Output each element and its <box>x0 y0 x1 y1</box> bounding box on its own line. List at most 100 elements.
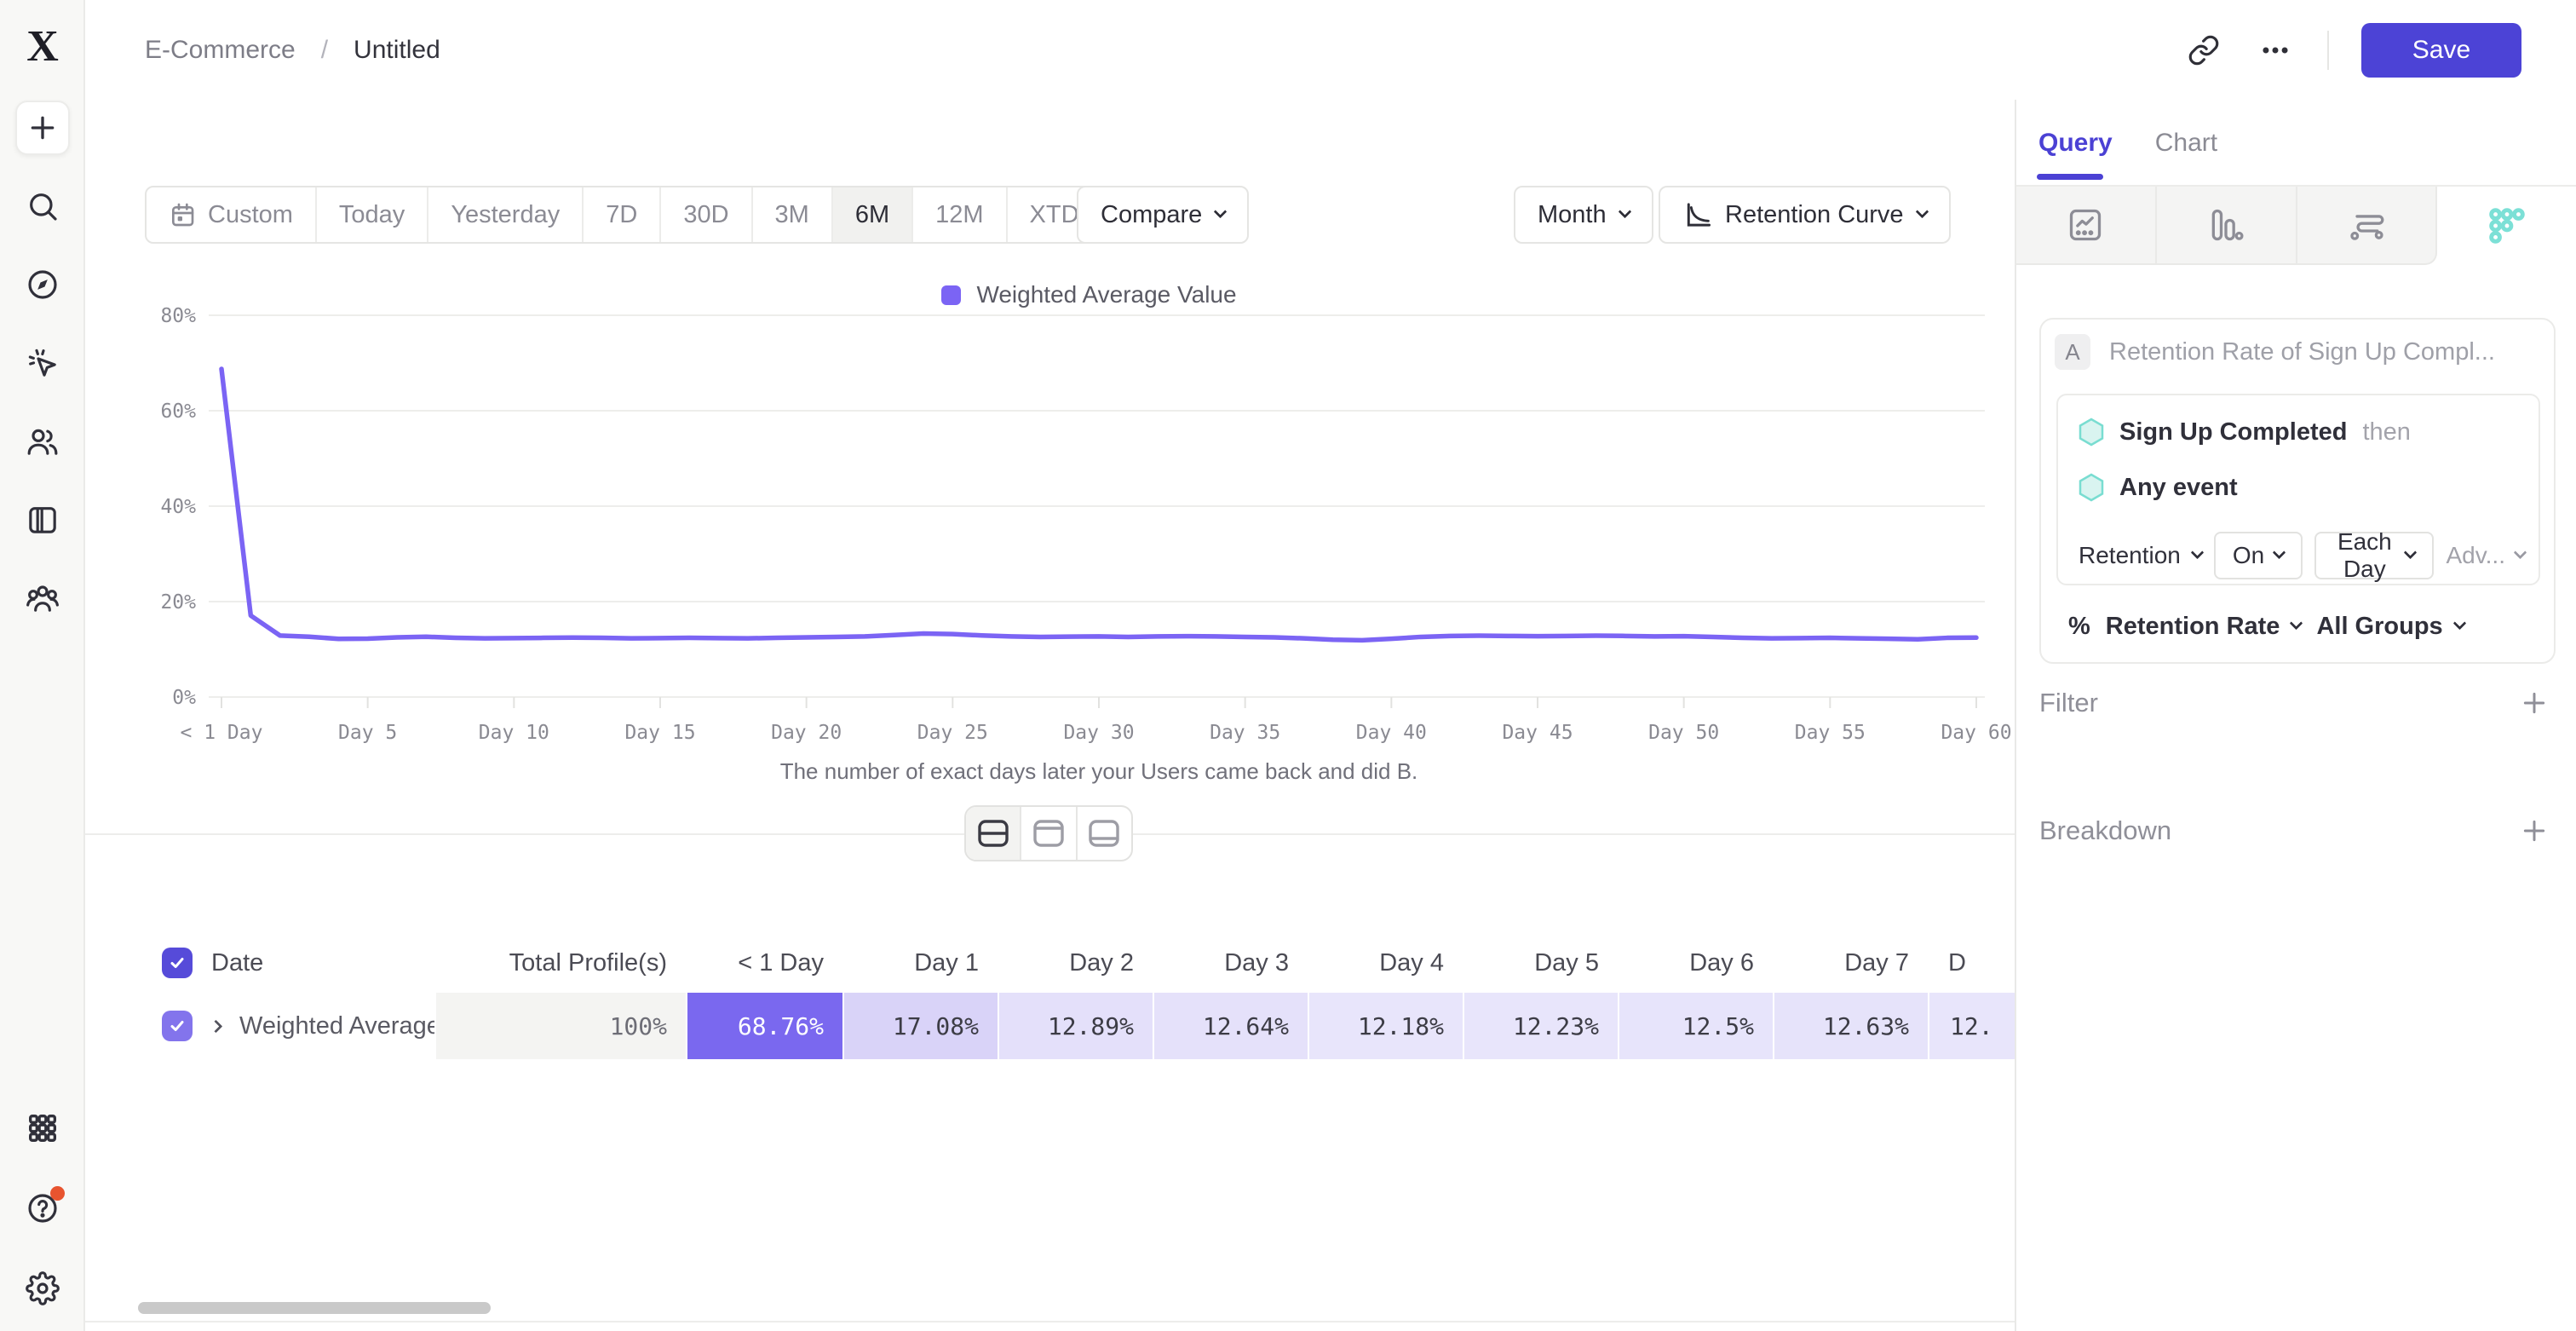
view-toggle-split-view[interactable] <box>966 807 1020 860</box>
tab-query[interactable]: Query <box>2038 129 2113 158</box>
boards-button[interactable] <box>15 493 70 547</box>
row-checkbox[interactable] <box>162 1011 193 1041</box>
copy-link-button[interactable] <box>2184 31 2223 70</box>
events-button[interactable] <box>15 336 70 390</box>
percent-sign: % <box>2068 613 2090 641</box>
insights-icon <box>2067 206 2104 244</box>
event-hexagon-icon <box>2079 418 2104 447</box>
second-event-name[interactable]: Any event <box>2119 474 2238 502</box>
date-range-label: 7D <box>606 201 637 229</box>
report-tab-flows[interactable] <box>2297 187 2438 265</box>
retention-value-cell[interactable]: 12.18% <box>1308 993 1463 1059</box>
breadcrumb-separator: / <box>321 36 328 65</box>
users-button[interactable] <box>15 414 70 469</box>
new-report-button[interactable] <box>15 101 70 155</box>
column-header[interactable]: Day 2 <box>998 933 1153 993</box>
date-range-3m[interactable]: 3M <box>751 187 831 242</box>
column-header[interactable]: D <box>1928 933 2015 993</box>
retention-value-cell[interactable]: 12.5% <box>1618 993 1773 1059</box>
breadcrumb-title[interactable]: Untitled <box>354 36 440 65</box>
retention-line[interactable] <box>221 369 1976 640</box>
settings-button[interactable] <box>15 1261 70 1316</box>
discover-button[interactable] <box>15 257 70 312</box>
topbar-divider <box>2327 31 2329 70</box>
apps-grid-button[interactable] <box>15 1101 70 1155</box>
chart-caption: The number of exact days later your User… <box>780 758 1418 784</box>
tab-chart[interactable]: Chart <box>2155 129 2217 158</box>
chevron-down-icon <box>2191 546 2205 560</box>
report-tab-retention[interactable] <box>2437 187 2576 265</box>
add-breakdown-button[interactable] <box>2516 812 2553 850</box>
grid-icon <box>26 1111 60 1145</box>
breadcrumb-project[interactable]: E-Commerce <box>145 36 296 65</box>
funnels-icon <box>2207 206 2245 244</box>
date-range-yesterday[interactable]: Yesterday <box>427 187 582 242</box>
date-range-custom[interactable]: Custom <box>147 187 315 242</box>
event-card: Sign Up Completed then Any event Retenti… <box>2056 394 2540 585</box>
groups-dropdown[interactable]: All Groups <box>2316 613 2464 641</box>
x-axis-tick-label: Day 10 <box>479 722 549 744</box>
date-range-today[interactable]: Today <box>315 187 427 242</box>
cohorts-button[interactable] <box>15 571 70 625</box>
topbar: E-Commerce / Untitled Save <box>85 0 2576 100</box>
column-header[interactable]: Day 5 <box>1463 933 1618 993</box>
retention-value-cell[interactable]: 17.08% <box>842 993 998 1059</box>
save-button[interactable]: Save <box>2361 23 2521 78</box>
help-button[interactable] <box>15 1181 70 1236</box>
retention-value-cell[interactable]: 68.76% <box>686 993 842 1059</box>
granularity-dropdown[interactable]: Month <box>1514 186 1653 244</box>
date-range-7d[interactable]: 7D <box>582 187 659 242</box>
breadcrumb: E-Commerce / Untitled <box>145 36 440 65</box>
date-range-12m[interactable]: 12M <box>911 187 1005 242</box>
retention-value-cell[interactable]: 12.64% <box>1153 993 1308 1059</box>
retention-value-cell[interactable]: 12. <box>1928 993 2015 1059</box>
report-tab-insights[interactable] <box>2016 187 2157 265</box>
search-icon <box>26 189 60 223</box>
retention-value-cell[interactable]: 12.63% <box>1773 993 1928 1059</box>
retention-value-cell[interactable]: 12.89% <box>998 993 1153 1059</box>
plus-icon <box>2521 817 2548 844</box>
y-axis-tick-label: 60% <box>160 400 196 423</box>
retention-table: DateTotal Profile(s)< 1 DayDay 1Day 2Day… <box>145 933 2015 1059</box>
column-header[interactable]: Day 7 <box>1773 933 1928 993</box>
metric-dropdown[interactable]: Retention Rate <box>2106 613 2302 641</box>
advanced-label: Adv... <box>2446 542 2505 569</box>
column-header[interactable]: Day 4 <box>1308 933 1463 993</box>
step-title[interactable]: Retention Rate of Sign Up Compl... <box>2109 338 2495 366</box>
row-expander-icon[interactable] <box>210 1019 223 1033</box>
compare-button[interactable]: Compare <box>1077 186 1249 244</box>
column-header[interactable]: Total Profile(s) <box>434 933 686 993</box>
report-tab-funnels[interactable] <box>2157 187 2297 265</box>
date-header-cell: Date <box>145 933 434 993</box>
date-range-30d[interactable]: 30D <box>659 187 750 242</box>
column-header[interactable]: < 1 Day <box>686 933 842 993</box>
main-content: CustomTodayYesterday7D30D3M6M12MXTD Comp… <box>85 0 2015 1331</box>
split-view-icon <box>977 819 1009 848</box>
retention-type-dropdown[interactable]: Retention <box>2079 542 2202 569</box>
add-filter-button[interactable] <box>2516 684 2553 722</box>
plus-icon <box>2521 689 2548 717</box>
retention-value-cell[interactable]: 12.23% <box>1463 993 1618 1059</box>
more-options-button[interactable] <box>2256 31 2295 70</box>
column-header[interactable]: Day 3 <box>1153 933 1308 993</box>
on-dropdown[interactable]: On <box>2214 532 2303 579</box>
mixpanel-logo[interactable]: X <box>0 22 85 70</box>
advanced-dropdown[interactable]: Adv... <box>2446 542 2525 569</box>
x-axis-tick-label: Day 45 <box>1502 722 1573 744</box>
first-event-name[interactable]: Sign Up Completed <box>2119 418 2347 447</box>
interval-dropdown[interactable]: Each Day <box>2314 532 2434 579</box>
date-range-6m[interactable]: 6M <box>831 187 911 242</box>
active-tab-underline <box>2037 174 2103 180</box>
retention-value-cell[interactable]: 100% <box>434 993 686 1059</box>
column-header[interactable]: Day 1 <box>842 933 998 993</box>
horizontal-scrollbar-thumb[interactable] <box>138 1302 491 1314</box>
column-header[interactable]: Day 6 <box>1618 933 1773 993</box>
y-axis-tick-label: 20% <box>160 591 196 614</box>
query-panel: Query Chart A Retention Rate of Sign Up … <box>2015 100 2576 1331</box>
view-toggle-table-only[interactable] <box>1076 807 1131 860</box>
chevron-down-icon <box>2273 546 2286 560</box>
view-toggle-chart-only[interactable] <box>1020 807 1075 860</box>
chart-type-dropdown[interactable]: Retention Curve <box>1659 186 1951 244</box>
select-all-checkbox[interactable] <box>162 948 193 978</box>
search-button[interactable] <box>15 179 70 233</box>
